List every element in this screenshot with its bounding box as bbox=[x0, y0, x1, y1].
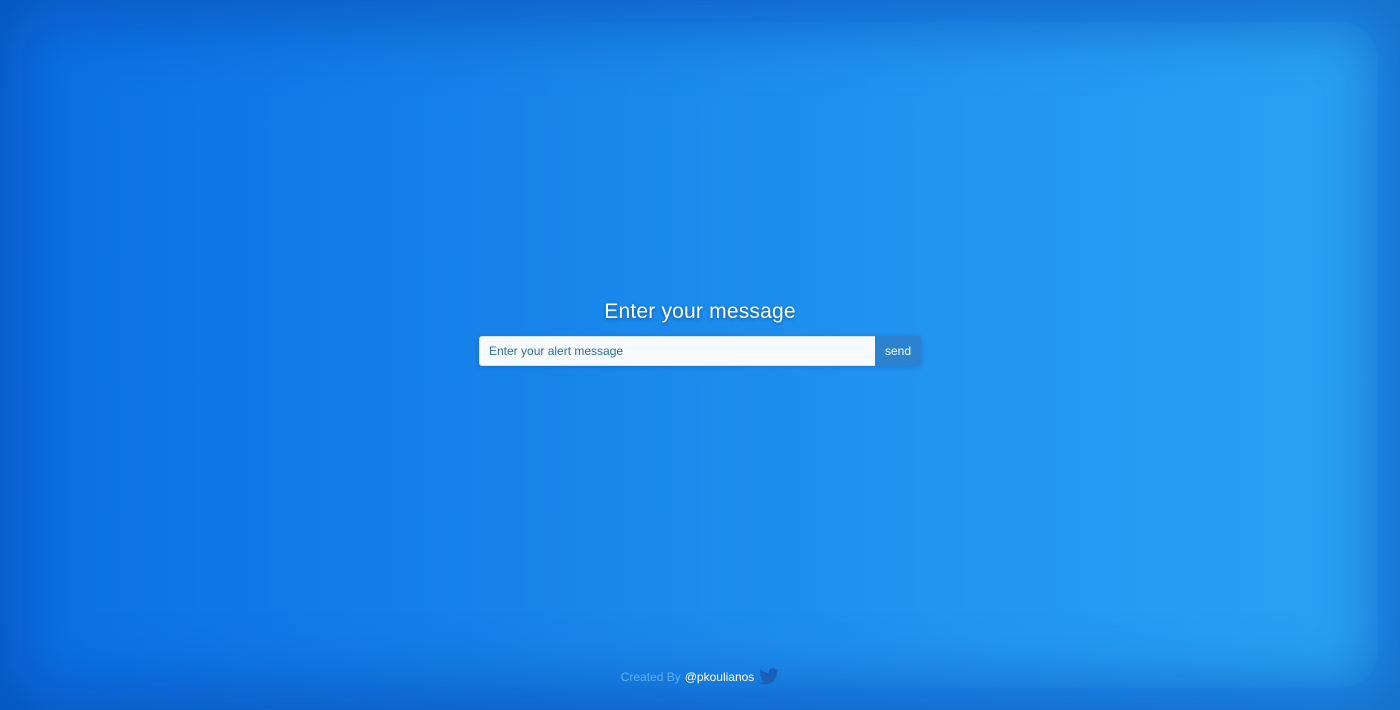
twitter-bird-icon[interactable] bbox=[759, 668, 780, 685]
footer: Created By @pkoulianos bbox=[0, 668, 1400, 685]
author-handle-link[interactable]: @pkoulianos bbox=[685, 670, 755, 684]
alert-form: send bbox=[479, 336, 921, 366]
footer-credit-text: Created By bbox=[620, 669, 681, 684]
send-button[interactable]: send bbox=[875, 336, 921, 366]
page-title: Enter your message bbox=[604, 300, 796, 323]
message-panel: Enter your message send bbox=[0, 300, 1400, 366]
alert-message-input[interactable] bbox=[479, 336, 875, 366]
